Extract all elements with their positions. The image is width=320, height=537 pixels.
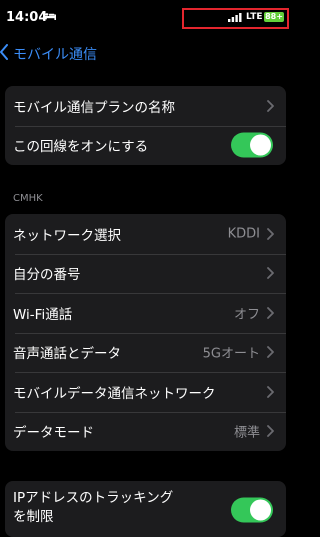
battery-icon: 88+ <box>264 12 284 22</box>
wifi-calling-row[interactable]: Wi-Fi通話 オフ <box>5 293 286 333</box>
data-mode-row[interactable]: データモード 標準 <box>5 411 286 452</box>
status-bar: 14:04 LTE 88+ <box>0 0 293 32</box>
ip-tracking-label: IPアドレスのトラッキング を制限 <box>13 489 173 527</box>
ip-tracking-label-line1: IPアドレスのトラッキング <box>13 490 174 506</box>
section-header-cmhk: CMHK <box>13 193 43 204</box>
row-value: 5Gオート <box>202 346 260 362</box>
privacy-group: IPアドレスのトラッキング を制限 <box>5 481 286 537</box>
network-type-label: LTE <box>246 12 263 22</box>
ip-tracking-toggle[interactable] <box>231 497 273 523</box>
chevron-right-icon <box>267 425 274 438</box>
chevron-right-icon <box>267 227 274 240</box>
row-label: データモード <box>13 425 94 442</box>
back-chevron-icon <box>0 44 8 60</box>
back-label: モバイル通信 <box>13 47 97 63</box>
toggle-knob <box>250 134 271 156</box>
mobile-data-network-row[interactable]: モバイルデータ通信ネットワーク <box>5 372 286 412</box>
toggle-knob <box>250 499 271 521</box>
row-label: モバイルデータ通信ネットワーク <box>13 385 216 402</box>
row-label: ネットワーク選択 <box>13 227 121 244</box>
plan-name-label: モバイル通信プランの名称 <box>13 99 175 116</box>
chevron-right-icon <box>267 99 274 112</box>
line-on-label: この回線をオンにする <box>13 139 149 156</box>
row-value: KDDI <box>227 226 260 242</box>
chevron-right-icon <box>267 346 274 359</box>
bed-icon <box>43 12 56 20</box>
chevron-right-icon <box>267 385 274 398</box>
line-on-toggle[interactable] <box>231 132 273 158</box>
chevron-right-icon <box>267 306 274 319</box>
status-time: 14:04 <box>6 10 48 25</box>
voice-data-row[interactable]: 音声通話とデータ 5Gオート <box>5 332 286 373</box>
cmhk-settings-group: ネットワーク選択 KDDI 自分の番号 Wi-Fi通話 オフ 音声通話とデータ … <box>5 214 286 451</box>
row-value: オフ <box>233 307 260 323</box>
ip-tracking-row: IPアドレスのトラッキング を制限 <box>5 481 286 537</box>
ip-tracking-label-line2: を制限 <box>13 509 54 525</box>
row-label: 音声通話とデータ <box>13 346 121 363</box>
chevron-right-icon <box>267 267 274 280</box>
signal-icon <box>228 13 242 22</box>
row-value: 標準 <box>233 425 260 441</box>
row-label: Wi-Fi通話 <box>13 306 73 323</box>
my-number-row[interactable]: 自分の番号 <box>5 253 286 294</box>
plan-group: モバイル通信プランの名称 この回線をオンにする <box>5 86 286 165</box>
line-on-row: この回線をオンにする <box>5 125 286 166</box>
network-selection-row[interactable]: ネットワーク選択 KDDI <box>5 214 286 254</box>
nav-bar: モバイル通信 <box>0 40 293 68</box>
row-label: 自分の番号 <box>13 267 81 284</box>
plan-name-row[interactable]: モバイル通信プランの名称 <box>5 86 286 126</box>
